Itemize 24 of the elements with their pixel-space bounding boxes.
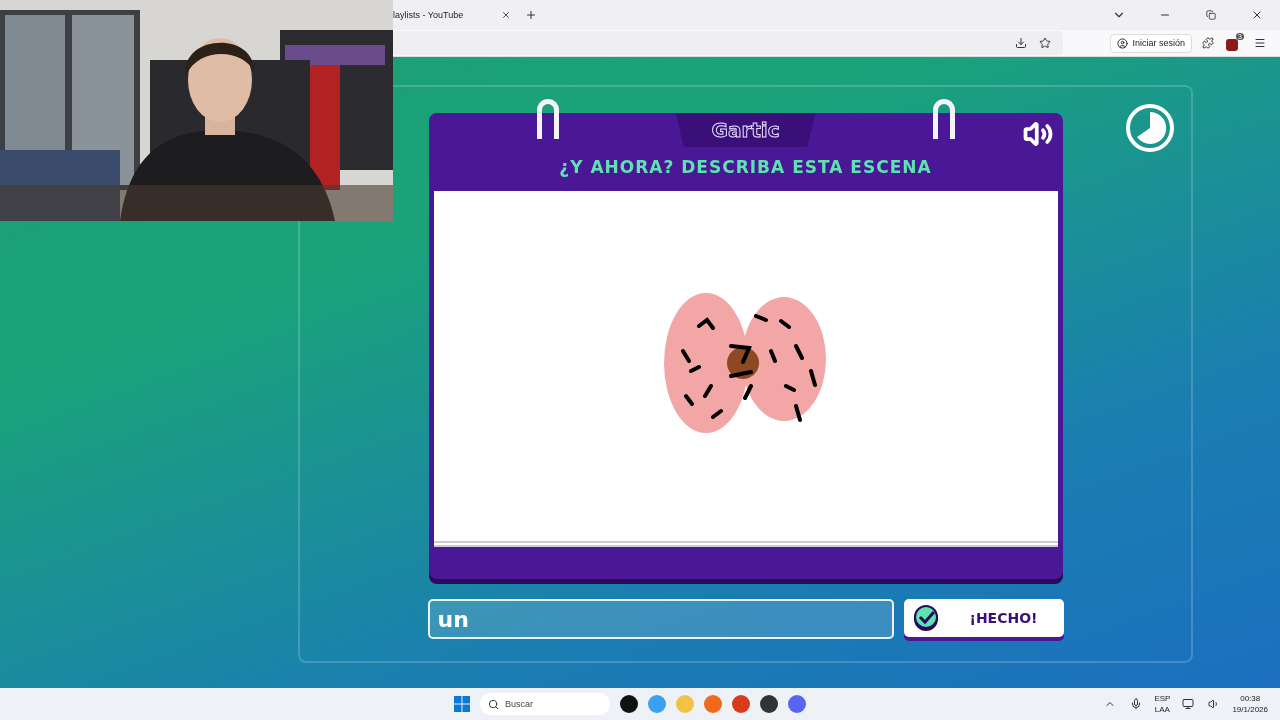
sign-in-button[interactable]: Iniciar sesión [1110,33,1192,53]
account-icon [1117,37,1129,49]
star-icon[interactable] [1037,35,1053,51]
windows-start-icon[interactable] [454,696,470,712]
network-icon[interactable] [1180,696,1197,712]
logo: Gartic [711,118,780,142]
download-icon[interactable] [1013,35,1029,51]
ring-icon [536,99,559,139]
extension-icon[interactable] [1226,39,1238,51]
timer-icon [1125,103,1175,153]
language-label: ESP [1154,693,1171,704]
app-icon[interactable] [760,695,778,713]
search-icon [488,698,499,710]
prompt-heading: ¿Y AHORA? DESCRIBA ESTA ESCENA [559,157,932,177]
volume-icon[interactable] [1022,119,1053,149]
puzzle-icon[interactable] [1200,35,1216,51]
app-icon[interactable] [620,695,638,713]
taskbar-search-field[interactable]: Buscar [480,693,610,715]
check-icon [911,604,940,632]
clock-date: 19/1/2026 [1232,704,1268,715]
layout-label: LAA [1154,704,1170,715]
clock-time: 00:38 [1240,693,1261,704]
tab-title[interactable]: laylists - YouTube [393,10,464,20]
ring-icon [932,99,955,139]
